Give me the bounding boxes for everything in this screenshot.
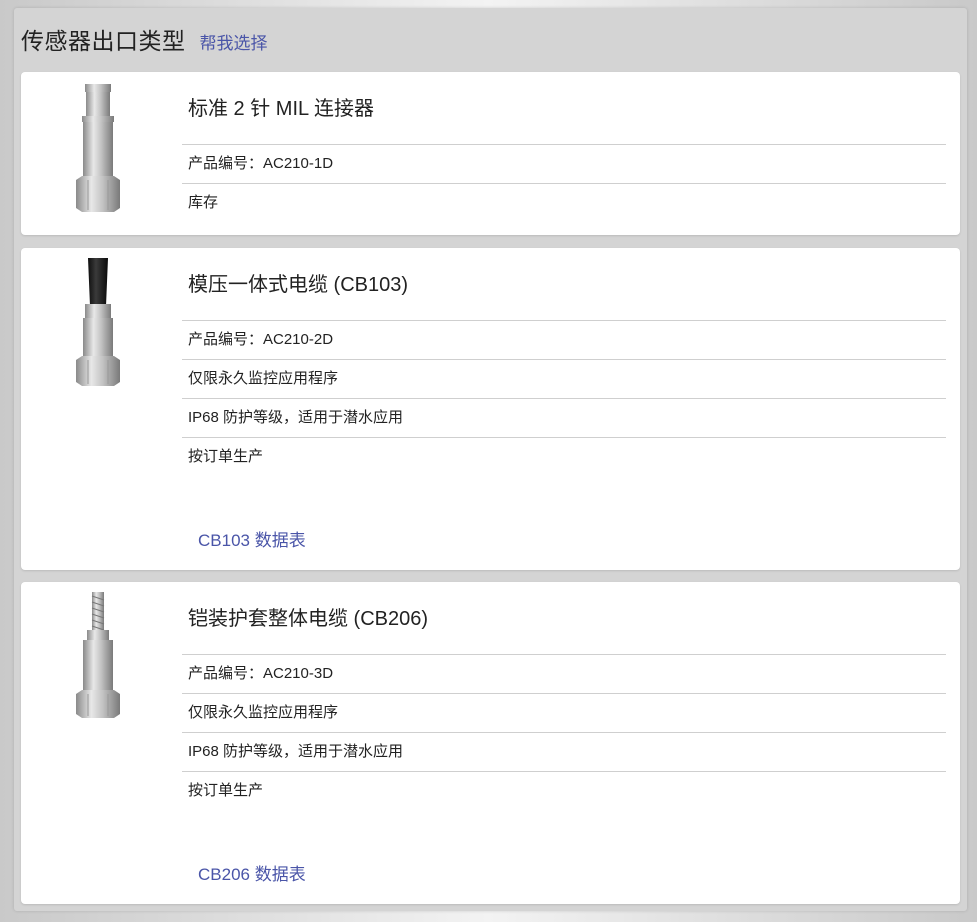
product-details-2: 模压一体式电缆 (CB103) 产品编号：AC210-2D 仅限永久监控应用程序… [182, 248, 946, 476]
panel-title: 传感器出口类型 [21, 28, 186, 54]
product-card-1[interactable]: 标准 2 针 MIL 连接器 产品编号：AC210-1D 库存 [21, 72, 960, 235]
sensor-armored-cable-image [76, 592, 120, 718]
sensor-mil-connector-image [76, 84, 120, 212]
product-title: 铠装护套整体电缆 (CB206) [182, 582, 946, 655]
product-feature: 仅限永久监控应用程序 [182, 360, 946, 399]
product-number: 产品编号：AC210-2D [182, 321, 946, 360]
product-details-1: 标准 2 针 MIL 连接器 产品编号：AC210-1D 库存 [182, 72, 946, 222]
product-number: 产品编号：AC210-3D [182, 655, 946, 694]
product-stock: 库存 [188, 194, 219, 211]
product-feature: IP68 防护等级，适用于潜水应用 [182, 733, 946, 772]
product-title: 标准 2 针 MIL 连接器 [182, 72, 946, 145]
product-number: 产品编号：AC210-1D [182, 145, 946, 184]
sensor-molded-cable-image [76, 258, 120, 386]
product-card-2[interactable]: 模压一体式电缆 (CB103) 产品编号：AC210-2D 仅限永久监控应用程序… [21, 248, 960, 570]
product-details-3: 铠装护套整体电缆 (CB206) 产品编号：AC210-3D 仅限永久监控应用程… [182, 582, 946, 810]
product-card-3[interactable]: 铠装护套整体电缆 (CB206) 产品编号：AC210-3D 仅限永久监控应用程… [21, 582, 960, 904]
help-me-choose-link[interactable]: 帮我选择 [200, 29, 268, 54]
product-availability: 按订单生产 [188, 448, 264, 465]
panel-header: 传感器出口类型 帮我选择 [21, 22, 268, 54]
product-feature: 仅限永久监控应用程序 [182, 694, 946, 733]
product-availability: 按订单生产 [188, 782, 264, 799]
product-title: 模压一体式电缆 (CB103) [182, 248, 946, 321]
datasheet-link[interactable]: CB206 数据表 [198, 860, 306, 885]
datasheet-link[interactable]: CB103 数据表 [198, 526, 306, 551]
sensor-outlet-panel: 传感器出口类型 帮我选择 标准 2 针 MIL 连接器 产品编号：AC210-1… [14, 8, 967, 911]
product-feature: IP68 防护等级，适用于潜水应用 [182, 399, 946, 438]
